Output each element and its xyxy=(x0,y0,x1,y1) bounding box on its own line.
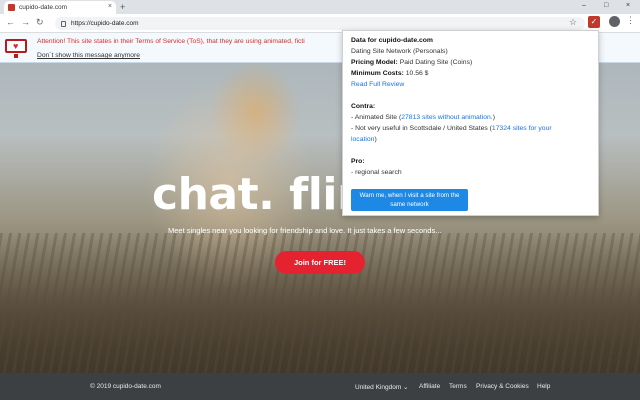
footer-link-affiliate[interactable]: Affiliate xyxy=(419,383,440,390)
pro-item-1: - regional search xyxy=(351,169,402,176)
bookmark-star-icon[interactable]: ☆ xyxy=(569,17,577,28)
dismiss-notice-link[interactable]: Don´t show this message anymore xyxy=(37,52,140,59)
region-selector[interactable]: United Kingdom ⌄ xyxy=(355,383,409,391)
no-animation-sites-link[interactable]: 27813 sites without animation. xyxy=(401,114,492,121)
extension-popup: Data for cupido-date.com Dating Site Net… xyxy=(342,30,599,216)
contra-item-2-cont: location) xyxy=(351,136,377,143)
tab-strip: cupido-date.com × + – □ × xyxy=(0,0,640,14)
join-free-button[interactable]: Join for FREE! xyxy=(275,251,365,274)
notice-text: Attention! This site states in their Ter… xyxy=(37,38,305,45)
extension-check-icon[interactable]: ✓ xyxy=(588,16,600,28)
popup-pricing: Pricing Model: Paid Dating Site (Coins) xyxy=(351,59,473,66)
footer-link-terms[interactable]: Terms xyxy=(449,383,467,390)
location-sites-link[interactable]: 17324 sites for your xyxy=(492,125,552,132)
contra-item-2: - Not very useful in Scottsdale / United… xyxy=(351,125,552,132)
maximize-button[interactable]: □ xyxy=(604,2,608,9)
back-arrow-icon[interactable]: ← xyxy=(6,17,15,27)
site-favicon-icon xyxy=(8,4,15,11)
footer: © 2019 cupido-date.com United Kingdom ⌄ … xyxy=(0,373,640,400)
popup-costs: Minimum Costs: 10.56 $ xyxy=(351,70,429,77)
reload-icon[interactable]: ↻ xyxy=(36,17,44,28)
popup-network: Dating Site Network (Personals) xyxy=(351,48,448,55)
contra-heading: Contra: xyxy=(351,103,376,110)
footer-link-privacy[interactable]: Privacy & Cookies xyxy=(476,383,529,390)
forward-arrow-icon[interactable]: → xyxy=(21,17,30,27)
hero-subtitle: Meet singles near you looking for friend… xyxy=(168,226,442,235)
popup-title: Data for cupido-date.com xyxy=(351,37,433,44)
read-review-link[interactable]: Read Full Review xyxy=(351,81,404,88)
browser-tab[interactable]: cupido-date.com × xyxy=(4,1,116,14)
heart-monitor-icon: ♥ xyxy=(5,39,27,58)
pro-heading: Pro: xyxy=(351,158,365,165)
tab-title: cupido-date.com xyxy=(19,4,68,11)
contra-item-1: - Animated Site (27813 sites without ani… xyxy=(351,114,495,121)
profile-avatar-icon[interactable] xyxy=(609,16,620,27)
minimize-button[interactable]: – xyxy=(582,2,586,9)
lock-icon xyxy=(61,20,66,27)
menu-dots-icon[interactable]: ⋮ xyxy=(626,15,635,26)
address-bar[interactable]: https://cupido-date.com ☆ xyxy=(55,17,585,30)
close-window-button[interactable]: × xyxy=(626,2,630,9)
new-tab-button[interactable]: + xyxy=(120,2,125,12)
hero-headline: chat. flir xyxy=(152,169,359,220)
warn-network-button[interactable]: Warn me, when I visit a site from the sa… xyxy=(351,189,468,211)
footer-link-help[interactable]: Help xyxy=(537,383,550,390)
url-text: https://cupido-date.com xyxy=(71,20,139,27)
close-tab-icon[interactable]: × xyxy=(108,3,112,10)
copyright-text: © 2019 cupido-date.com xyxy=(90,383,161,390)
